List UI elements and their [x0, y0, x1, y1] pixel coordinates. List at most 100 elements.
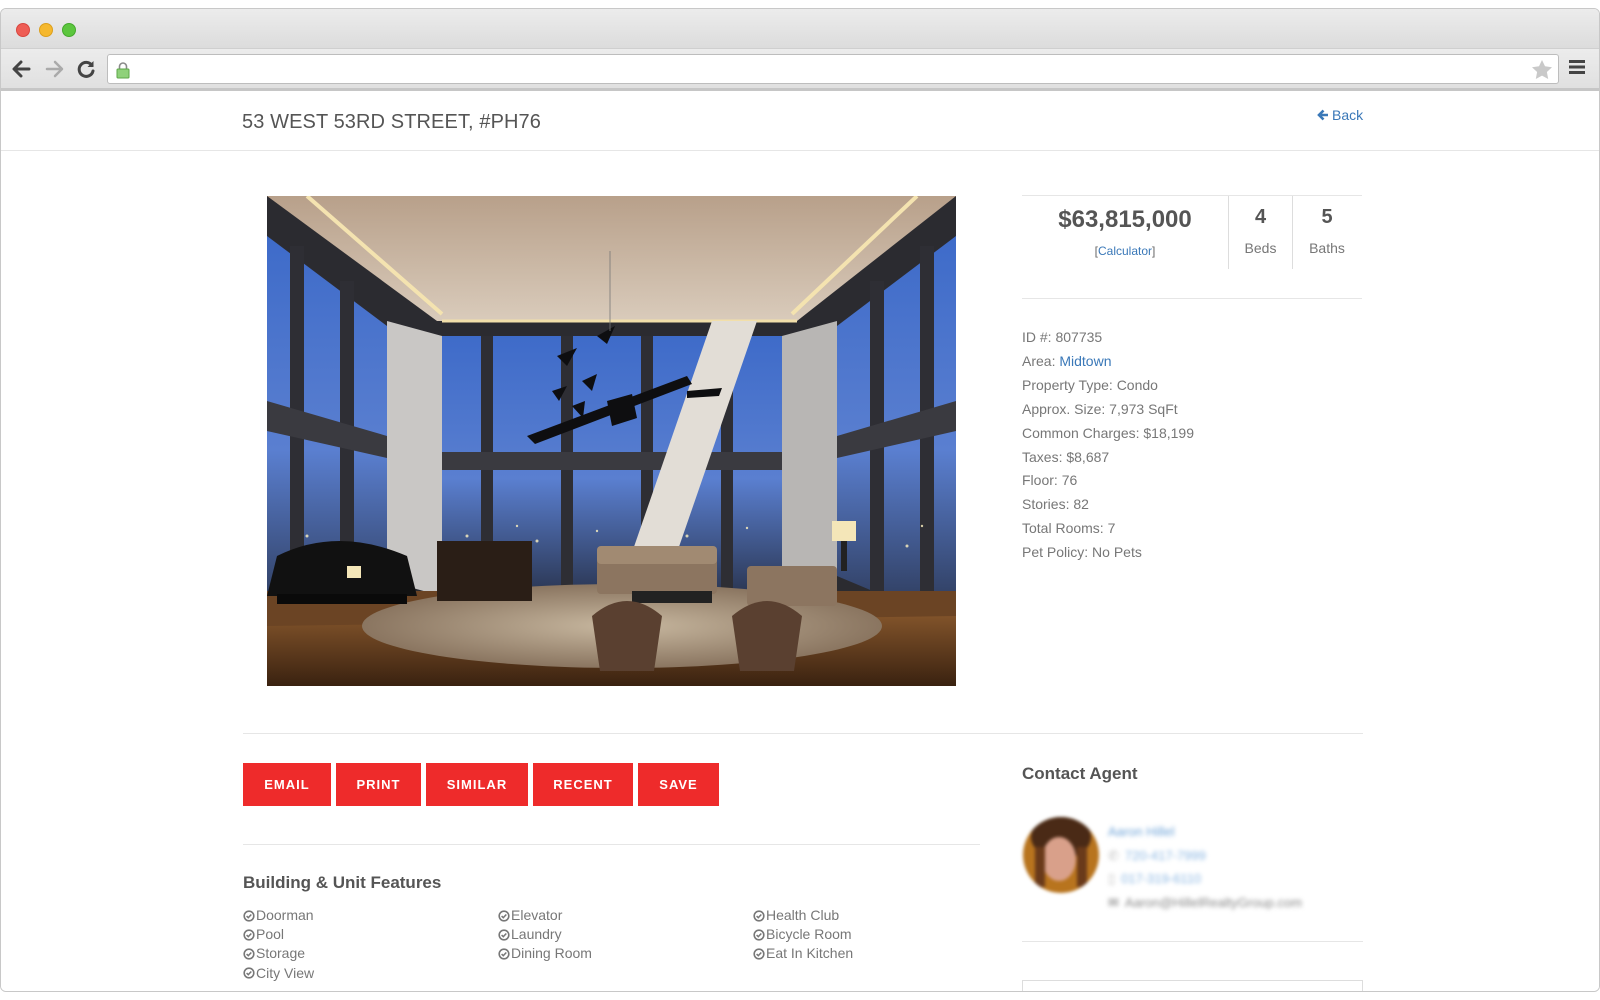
reload-button[interactable]: [74, 57, 98, 81]
detail-value: $18,199: [1143, 424, 1194, 441]
feature-label: Health Club: [766, 907, 840, 923]
listing-stats: $63,815,000 [Calculator] 4 Beds 5 Baths: [1022, 195, 1362, 299]
listing-photo-image: [267, 196, 956, 686]
page-title: 53 WEST 53RD STREET, #PH76: [242, 111, 542, 133]
minimize-window-button[interactable]: [39, 23, 53, 37]
feature-item: Elevator: [498, 906, 753, 925]
detail-size: Approx. Size: 7,973 SqFt: [1022, 398, 1194, 422]
title-bar: [1, 9, 1599, 49]
detail-taxes: Taxes: $8,687: [1022, 446, 1194, 470]
feature-item: Pool: [243, 925, 498, 944]
features-list: Doorman Elevator Health Club Pool Laundry Bic…: [243, 906, 1013, 983]
detail-area: Area: Midtown: [1022, 350, 1194, 374]
arrow-right-icon: [45, 60, 64, 78]
check-circle-icon: [498, 909, 510, 922]
detail-stories: Stories: 82: [1022, 493, 1194, 517]
baths-stat: 5 Baths: [1293, 196, 1361, 269]
maximize-window-button[interactable]: [62, 23, 76, 37]
feature-label: Bicycle Room: [766, 926, 852, 943]
check-circle-icon: [243, 948, 255, 960]
listing-details: ID #: 807735 Area: Midtown Property Type…: [1022, 326, 1194, 565]
detail-value: 7,973 SqFt: [1109, 400, 1178, 417]
detail-label: Floor:: [1022, 472, 1058, 489]
listing-page: 53 WEST 53RD STREET, #PH76 Back $63,815,…: [1, 94, 1599, 991]
back-link[interactable]: Back: [1317, 107, 1363, 123]
back-link-label: Back: [1332, 107, 1364, 123]
mobile-icon: ▯: [1108, 871, 1116, 886]
agent-info: Aaron Hillel ✆ 720-417-7999 ▯ 017-319-61…: [1108, 820, 1302, 914]
detail-label: Stories:: [1022, 496, 1070, 513]
area-link[interactable]: Midtown: [1059, 353, 1111, 369]
print-button[interactable]: PRINT: [336, 763, 421, 806]
detail-label: Pet Policy:: [1022, 544, 1089, 561]
close-window-button[interactable]: [16, 23, 30, 37]
action-buttons: EMAIL PRINT SIMILAR RECENT SAVE: [243, 763, 719, 806]
browser-menu-button[interactable]: [1569, 59, 1589, 79]
email-button[interactable]: EMAIL: [243, 763, 331, 806]
browser-toolbar: [1, 49, 1599, 91]
beds-value: 4: [1254, 206, 1267, 228]
detail-label: Property Type:: [1022, 376, 1113, 393]
check-circle-icon: [243, 967, 255, 979]
similar-button[interactable]: SIMILAR: [426, 763, 528, 806]
feature-item: City View: [243, 964, 498, 983]
detail-total-rooms: Total Rooms: 7: [1022, 517, 1194, 541]
agent-avatar[interactable]: [1023, 817, 1099, 893]
feature-label: Elevator: [511, 907, 563, 923]
check-circle-icon: [753, 929, 765, 941]
arrow-left-icon: [1317, 109, 1328, 121]
agent-phone-value: 720-417-7999: [1124, 847, 1206, 863]
beds-label: Beds: [1244, 240, 1277, 256]
agent-phone[interactable]: ✆ 720-417-7999: [1108, 844, 1302, 868]
calculator-link[interactable]: Calculator: [1098, 244, 1152, 258]
detail-value: 76: [1061, 472, 1078, 489]
feature-item: Eat In Kitchen: [753, 944, 1008, 963]
detail-label: Approx. Size:: [1022, 400, 1106, 417]
agent-email[interactable]: ✉ Aaron@HillelRealtyGroup.com: [1108, 891, 1302, 915]
detail-value: 807735: [1055, 329, 1103, 345]
your-name-input[interactable]: [1022, 980, 1363, 991]
feature-label: Doorman: [256, 907, 314, 923]
features-divider: [243, 844, 980, 845]
feature-label: Eat In Kitchen: [766, 945, 854, 962]
detail-label: Common Charges:: [1022, 424, 1140, 441]
feature-item: Storage: [243, 944, 498, 963]
forward-nav-button[interactable]: [43, 57, 67, 81]
browser-window: 53 WEST 53RD STREET, #PH76 Back $63,815,…: [0, 8, 1600, 992]
feature-label: Laundry: [511, 926, 562, 943]
arrow-left-icon: [12, 60, 31, 78]
listing-photo[interactable]: [267, 196, 956, 686]
agent-email-value: Aaron@HillelRealtyGroup.com: [1124, 894, 1303, 910]
feature-item: Doorman: [243, 906, 498, 925]
beds-stat: 4 Beds: [1229, 196, 1293, 269]
contact-agent-title: Contact Agent: [1022, 764, 1138, 783]
back-nav-button[interactable]: [9, 57, 33, 81]
envelope-icon: ✉: [1108, 894, 1119, 910]
agent-mobile[interactable]: ▯ 017-319-6110: [1108, 867, 1302, 891]
detail-value: 7: [1107, 520, 1116, 537]
feature-item: Health Club: [753, 906, 1008, 925]
feature-label: City View: [256, 964, 315, 981]
price-value: $63,815,000: [1058, 206, 1192, 233]
contact-divider: [1022, 941, 1363, 942]
feature-item: Laundry: [498, 925, 753, 944]
price-stat: $63,815,000 [Calculator]: [1022, 196, 1229, 269]
detail-floor: Floor: 76: [1022, 469, 1194, 493]
check-circle-icon: [498, 929, 510, 941]
recent-button[interactable]: RECENT: [533, 763, 633, 806]
save-button[interactable]: SAVE: [638, 763, 719, 806]
address-bar[interactable]: [107, 54, 1559, 84]
detail-label: Taxes:: [1022, 448, 1063, 465]
agent-name-link[interactable]: Aaron Hillel: [1108, 820, 1302, 844]
detail-value: $8,687: [1066, 448, 1110, 465]
detail-pet-policy: Pet Policy: No Pets: [1022, 541, 1194, 565]
feature-item: Bicycle Room: [753, 925, 1008, 944]
feature-label: Storage: [256, 945, 306, 962]
baths-label: Baths: [1309, 240, 1345, 256]
section-divider: [243, 733, 1363, 734]
check-circle-icon: [753, 948, 765, 960]
star-icon[interactable]: [1532, 60, 1552, 79]
hamburger-icon: [1569, 60, 1585, 74]
feature-label: Dining Room: [511, 945, 592, 962]
features-title: Building & Unit Features: [243, 873, 442, 892]
